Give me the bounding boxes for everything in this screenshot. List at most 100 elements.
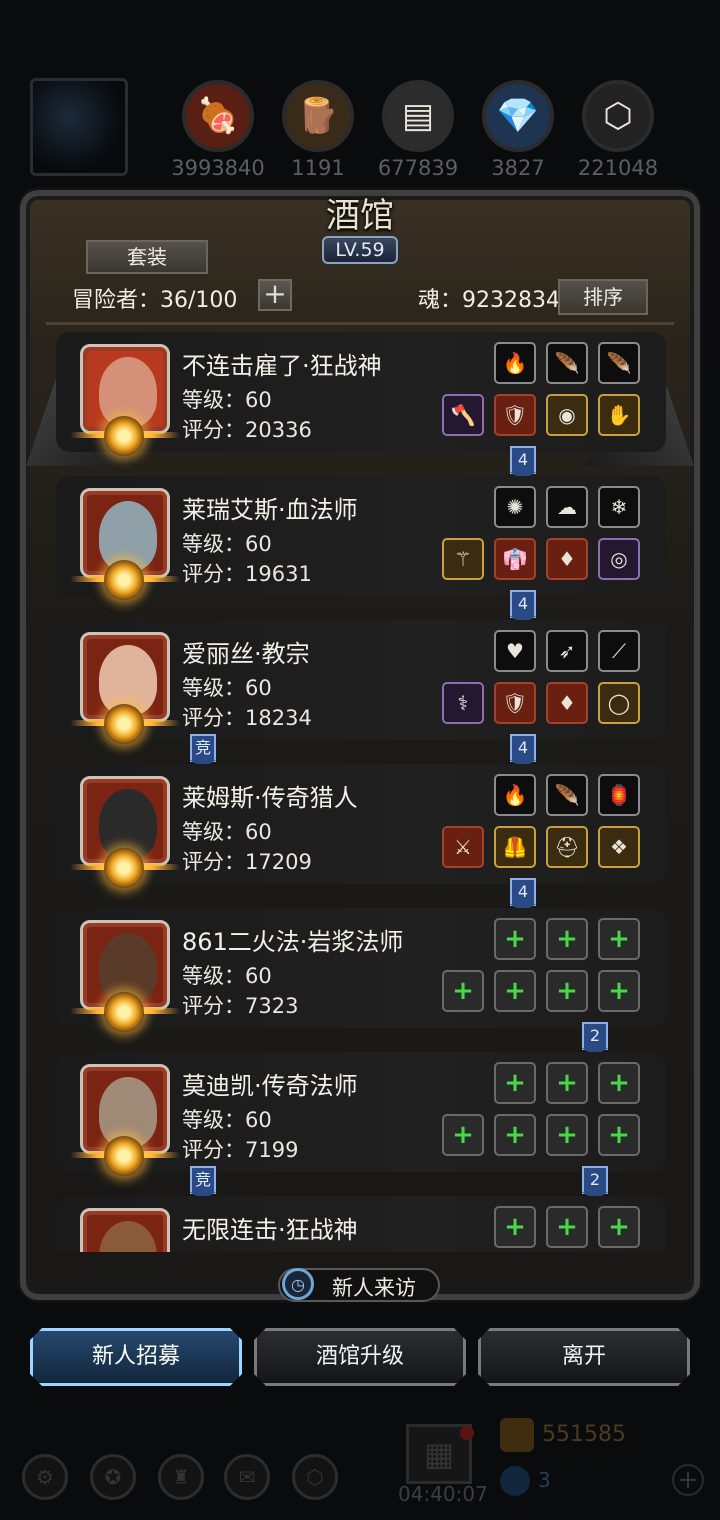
staff-icon[interactable]: ⚚	[442, 538, 484, 580]
hero-level: 等级：60	[182, 1108, 272, 1132]
rank-emblem-icon	[104, 560, 144, 600]
helmet-icon[interactable]: ⛑	[546, 826, 588, 868]
hero-name: 无限连击·狂战神	[182, 1216, 358, 1244]
player-avatar[interactable]	[30, 78, 128, 176]
add-slot-icon[interactable]: +	[598, 1206, 640, 1248]
add-slot-icon[interactable]: +	[598, 970, 640, 1012]
hero-card[interactable]: 爱丽丝·教宗 等级：60 评分：18234 ♥ ➶ ⟋ ⚕ 🛡 ♦ ◯	[56, 620, 666, 744]
add-currency-button[interactable]: +	[672, 1464, 704, 1496]
team-tag: 4	[510, 734, 536, 768]
fire-orb-icon[interactable]: 🔥	[494, 774, 536, 816]
hero-list[interactable]: 不连击雇了·狂战神 等级：60 评分：20336 🔥 🪶 🪶 🪓 🛡 ◉ ✋ 4 莱瑞艾斯·血法师 等级…	[56, 330, 666, 1252]
add-slot-icon[interactable]: +	[598, 1114, 640, 1156]
bow-icon[interactable]: ➶	[546, 630, 588, 672]
add-slot-icon[interactable]: +	[546, 1062, 588, 1104]
amulet-icon[interactable]: ♦	[546, 538, 588, 580]
ring-icon[interactable]: ◉	[546, 394, 588, 436]
steel-icon: ⬡	[582, 80, 654, 152]
hero-card[interactable]: 莱瑞艾斯·血法师 等级：60 评分：19631 ✺ ☁ ❄ ⚚ 👘 ♦ ◎	[56, 476, 666, 600]
vest-icon[interactable]: 🦺	[494, 826, 536, 868]
gauntlet-icon[interactable]: ✋	[598, 394, 640, 436]
armor-icon[interactable]: 🛡	[494, 394, 536, 436]
hero-name: 不连击雇了·狂战神	[182, 352, 382, 380]
white-feather-icon[interactable]: ☁	[546, 486, 588, 528]
hero-name: 莱姆斯·传奇猎人	[182, 784, 358, 812]
resource-1: 🪵 1191	[280, 80, 356, 180]
robe-icon[interactable]: 👘	[494, 538, 536, 580]
add-slot-icon[interactable]: +	[546, 970, 588, 1012]
add-slot-icon[interactable]: +	[442, 970, 484, 1012]
gift-timer: 04:40:07	[398, 1482, 488, 1506]
hero-card[interactable]: 莫迪凯·传奇法师 等级：60 评分：7199 + + + + + + +	[56, 1052, 666, 1176]
resource-2: ▤ 677839	[378, 80, 458, 180]
fire-orb-icon[interactable]: 🔥	[494, 342, 536, 384]
axe-icon[interactable]: 🪓	[442, 394, 484, 436]
hero-level: 等级：60	[182, 820, 272, 844]
team-tag: 2	[582, 1022, 608, 1056]
sort-button[interactable]: 排序	[558, 279, 648, 315]
gem-icon	[500, 1466, 530, 1496]
scepter-icon[interactable]: ⚕	[442, 682, 484, 724]
gem-icon[interactable]: ♦	[546, 682, 588, 724]
add-slot-icon[interactable]: +	[494, 1114, 536, 1156]
resource-value: 1191	[291, 156, 345, 180]
armor-icon[interactable]: 🛡	[494, 682, 536, 724]
arena-tag: 竞	[190, 1166, 216, 1200]
expand-capacity-button[interactable]: +	[258, 279, 292, 311]
pendant-icon[interactable]: ♥	[494, 630, 536, 672]
lantern-icon[interactable]: 🏮	[598, 774, 640, 816]
add-slot-icon[interactable]: +	[442, 1114, 484, 1156]
rank-emblem-icon	[104, 1136, 144, 1176]
add-slot-icon[interactable]: +	[598, 1062, 640, 1104]
add-slot-icon[interactable]: +	[546, 1206, 588, 1248]
upgrade-tavern-button[interactable]: 酒馆升级	[254, 1328, 466, 1386]
feather-icon[interactable]: 🪶	[546, 342, 588, 384]
resource-3: 💎 3827	[480, 80, 556, 180]
settings-icon[interactable]: ⚙	[22, 1454, 68, 1500]
hero-level: 等级：60	[182, 1248, 272, 1252]
hero-level: 等级：60	[182, 532, 272, 556]
resource-0: 🍖 3993840	[171, 80, 265, 180]
soul-count: 魂：9232834	[418, 288, 560, 313]
add-slot-icon[interactable]: +	[494, 970, 536, 1012]
gold-amount: 551585	[542, 1422, 626, 1447]
add-slot-icon[interactable]: +	[598, 918, 640, 960]
hero-score: 评分：7199	[182, 1138, 299, 1162]
add-slot-icon[interactable]: +	[494, 1206, 536, 1248]
resource-value: 221048	[577, 156, 659, 180]
hero-name: 莫迪凯·传奇法师	[182, 1072, 358, 1100]
add-slot-icon[interactable]: +	[546, 1114, 588, 1156]
hero-name: 爱丽丝·教宗	[182, 640, 310, 668]
blade-icon[interactable]: ⟋	[598, 630, 640, 672]
hero-card[interactable]: 莱姆斯·传奇猎人 等级：60 评分：17209 🔥 🪶 🏮 ⚔ 🦺 ⛑ ❖	[56, 764, 666, 888]
star-icon[interactable]: ✪	[90, 1454, 136, 1500]
leave-button[interactable]: 离开	[478, 1328, 690, 1386]
hero-level: 等级：60	[182, 676, 272, 700]
hero-level: 等级：60	[182, 388, 272, 412]
gem-amount: 3	[538, 1468, 551, 1492]
crossbow-icon[interactable]: ⚔	[442, 826, 484, 868]
hero-card[interactable]: 无限连击·狂战神等级：60+++	[56, 1196, 666, 1252]
recruit-button[interactable]: 新人招募	[30, 1328, 242, 1386]
castle-icon[interactable]: ♜	[158, 1454, 204, 1500]
set-button[interactable]: 套装	[86, 240, 208, 274]
shield-icon[interactable]: ❖	[598, 826, 640, 868]
add-slot-icon[interactable]: +	[546, 918, 588, 960]
feather-icon[interactable]: 🪶	[598, 342, 640, 384]
add-slot-icon[interactable]: +	[494, 918, 536, 960]
hero-portrait[interactable]	[80, 1208, 170, 1252]
feather-icon[interactable]: 🪶	[546, 774, 588, 816]
ring-icon[interactable]: ◎	[598, 538, 640, 580]
cube-icon[interactable]: ⬡	[292, 1454, 338, 1500]
bracelet-icon[interactable]: ◯	[598, 682, 640, 724]
hero-card[interactable]: 不连击雇了·狂战神 等级：60 评分：20336 🔥 🪶 🪶 🪓 🛡 ◉ ✋	[56, 332, 666, 456]
resource-value: 3827	[491, 156, 545, 180]
ice-crystal-icon[interactable]: ❄	[598, 486, 640, 528]
hero-score: 评分：20336	[182, 418, 312, 442]
team-tag: 4	[510, 590, 536, 624]
hero-score: 评分：7323	[182, 994, 299, 1018]
hero-card[interactable]: 861二火法·岩浆法师 等级：60 评分：7323 + + + + + + +	[56, 908, 666, 1032]
add-slot-icon[interactable]: +	[494, 1062, 536, 1104]
mail-icon[interactable]: ✉	[224, 1454, 270, 1500]
dark-orb-icon[interactable]: ✺	[494, 486, 536, 528]
